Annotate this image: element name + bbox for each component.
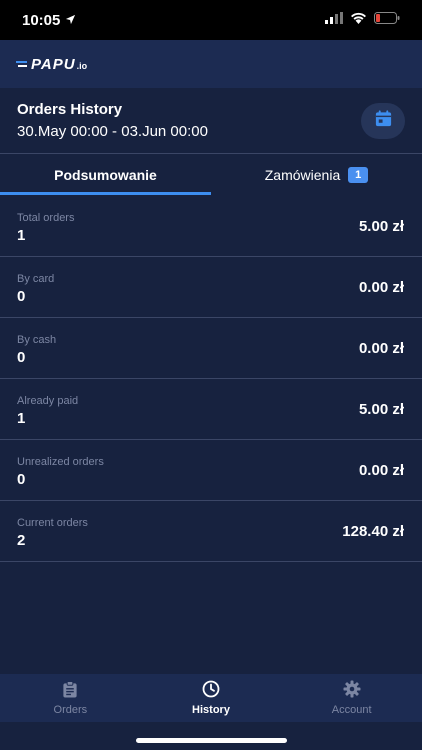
row-label: By cash [17,334,57,346]
row-count: 0 [17,288,26,305]
row-count: 2 [17,532,26,549]
logo-suffix: .io [76,60,88,71]
row-label: Already paid [17,395,79,407]
row-count: 1 [17,410,26,427]
summary-row-unrealized-orders: Unrealized orders 0 0.00 zł [0,440,422,501]
row-count: 1 [17,227,26,244]
row-amount: 0.00 zł [358,340,404,357]
row-count: 0 [17,471,26,488]
history-header: Orders History 30.May 00:00 - 03.Jun 00:… [0,88,422,154]
logo-text: PAPU [31,55,76,73]
row-label: Total orders [17,212,75,224]
clock-icon [202,680,220,701]
row-amount: 0.00 zł [358,279,404,296]
calendar-button[interactable] [361,103,405,139]
nav-orders-label: Orders [53,703,88,716]
clipboard-icon [62,680,78,701]
papu-logo: PAPU .io [16,56,87,73]
gear-icon [343,680,361,701]
nav-history-label: History [192,704,230,716]
location-arrow-icon [65,12,76,29]
row-label: By card [17,273,55,285]
status-time-text: 10:05 [22,11,61,29]
wifi-icon [350,11,367,29]
tab-summary[interactable]: Podsumowanie [0,155,211,195]
row-amount: 5.00 zł [358,218,404,235]
battery-low-icon [374,11,400,29]
logo-mark-icon [16,56,28,73]
date-range: 30.May 00:00 - 03.Jun 00:00 [17,123,208,140]
tab-summary-label: Podsumowanie [54,167,157,183]
tab-bar: Podsumowanie Zamówienia 1 [0,155,422,195]
tab-orders[interactable]: Zamówienia 1 [211,155,422,195]
row-amount: 0.00 zł [358,462,404,479]
row-count: 0 [17,349,26,366]
summary-row-by-cash: By cash 0 0.00 zł [0,318,422,379]
status-indicators [325,11,400,29]
row-amount: 5.00 zł [358,401,404,418]
status-bar: 10:05 [0,0,422,40]
row-amount: 128.40 zł [342,523,404,540]
nav-item-account[interactable]: Account [281,674,422,722]
cellular-signal-icon [325,11,343,29]
status-time: 10:05 [22,12,76,29]
nav-item-history[interactable]: History [141,674,282,722]
summary-list: Total orders 1 5.00 zł By card 0 0.00 zł… [0,196,422,562]
orders-count-badge: 1 [348,167,369,183]
summary-row-by-card: By card 0 0.00 zł [0,257,422,318]
row-label: Unrealized orders [17,456,104,468]
bottom-nav: Orders History Account [0,674,422,722]
summary-row-already-paid: Already paid 1 5.00 zł [0,379,422,440]
summary-row-total-orders: Total orders 1 5.00 zł [0,196,422,257]
app-header: PAPU .io [0,40,422,88]
nav-account-label: Account [331,704,372,716]
nav-item-orders[interactable]: Orders [0,674,141,722]
summary-row-current-orders: Current orders 2 128.40 zł [0,501,422,562]
home-indicator-area [0,722,422,750]
calendar-icon [374,109,393,133]
page-title: Orders History [17,101,123,118]
home-indicator[interactable] [136,738,287,743]
row-label: Current orders [17,517,88,529]
tab-orders-label: Zamówienia [264,167,341,183]
